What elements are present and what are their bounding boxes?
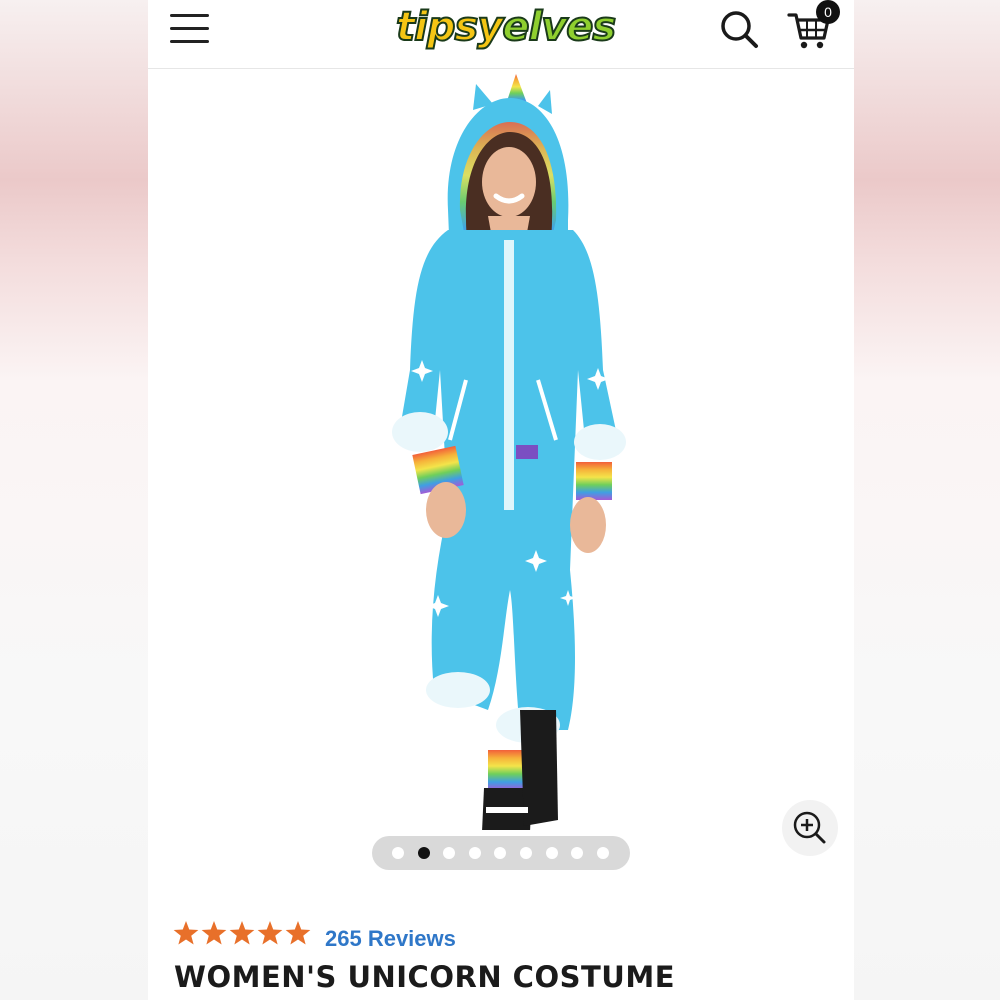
site-header: tipsyelves 0 — [148, 0, 854, 69]
cart-count-badge: 0 — [816, 0, 840, 24]
carousel-dot[interactable] — [392, 847, 404, 859]
blurred-background-right — [852, 0, 1000, 1000]
carousel-dot[interactable] — [468, 847, 481, 859]
carousel-dot[interactable] — [520, 847, 532, 859]
logo-text-elves: elves — [501, 3, 617, 51]
star-icon — [201, 921, 227, 945]
carousel-dot[interactable] — [545, 847, 558, 859]
cart-button[interactable]: 0 — [786, 0, 840, 52]
star-icon — [285, 921, 311, 945]
carousel-dot[interactable] — [417, 847, 430, 859]
tipsy-elves-logo[interactable]: tipsyelves — [395, 0, 617, 58]
product-photo-unicorn-jumpsuit[interactable] — [148, 70, 854, 832]
carousel-dot[interactable] — [596, 847, 609, 859]
carousel-dot[interactable] — [571, 847, 584, 859]
reviews-link[interactable]: 265 Reviews — [325, 926, 456, 952]
search-icon[interactable] — [718, 8, 760, 50]
image-carousel-pagination — [372, 836, 630, 870]
star-icon — [229, 921, 255, 945]
star-icon — [257, 921, 283, 945]
star-rating — [173, 921, 311, 945]
logo-text-tipsy: tipsy — [395, 3, 504, 51]
carousel-dot[interactable] — [494, 847, 507, 859]
product-page: tipsyelves 0 265 Reviews WOMEN'S UNICORN… — [148, 0, 854, 1000]
product-title: WOMEN'S UNICORN COSTUME — [174, 960, 676, 994]
zoom-button[interactable] — [782, 800, 838, 856]
hamburger-menu-icon[interactable] — [170, 12, 210, 46]
zoom-in-icon — [793, 811, 826, 844]
star-icon — [173, 921, 199, 945]
blurred-background-left — [0, 0, 148, 1000]
carousel-dot[interactable] — [443, 847, 456, 859]
